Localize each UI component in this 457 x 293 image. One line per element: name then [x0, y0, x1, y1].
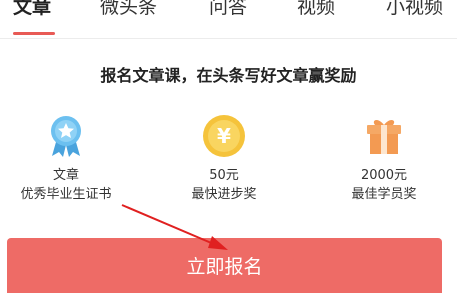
- reward-progress-desc: 最快进步奖: [191, 187, 257, 202]
- reward-best-student: 2000元 最佳学员奖: [309, 112, 457, 204]
- active-tab-indicator: [13, 32, 55, 35]
- reward-progress-amount: 50元: [209, 168, 239, 183]
- medal-star-icon: [51, 116, 81, 157]
- reward-best-student-desc: 最佳学员奖: [351, 187, 417, 202]
- yuan-coin-icon: ¥: [203, 115, 245, 157]
- tab-bar: 文章 微头条 问答 视频 小视频: [0, 0, 457, 39]
- reward-certificate-desc: 优秀毕业生证书: [20, 187, 112, 202]
- tab-short-video[interactable]: 小视频: [386, 0, 443, 20]
- reward-certificate: 文章 优秀毕业生证书: [0, 112, 141, 204]
- signup-now-button[interactable]: 立即报名: [7, 238, 442, 293]
- course-signup-page: 文章 微头条 问答 视频 小视频 报名文章课，在头条写好文章赢奖励 文章 优秀毕…: [0, 0, 457, 293]
- page-headline: 报名文章课，在头条写好文章赢奖励: [100, 66, 357, 85]
- tab-qa[interactable]: 问答: [209, 0, 247, 20]
- svg-text:¥: ¥: [217, 124, 231, 148]
- reward-certificate-title: 文章: [52, 168, 79, 183]
- tab-video[interactable]: 视频: [297, 0, 335, 20]
- tab-micro-headline[interactable]: 微头条: [100, 0, 157, 20]
- tab-article[interactable]: 文章: [13, 0, 51, 20]
- gift-box-icon: [367, 120, 401, 154]
- reward-progress: ¥ 50元 最快进步奖: [149, 112, 299, 204]
- reward-best-student-amount: 2000元: [360, 168, 408, 183]
